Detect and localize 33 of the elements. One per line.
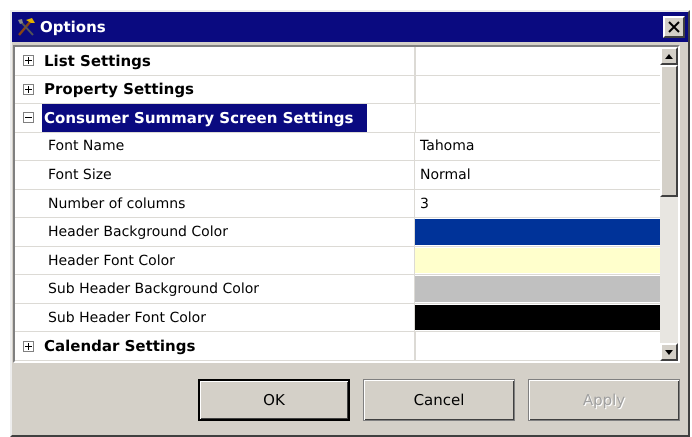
dialog-button[interactable]: OK bbox=[198, 379, 350, 421]
close-button[interactable] bbox=[663, 16, 685, 38]
property-value[interactable]: Tahoma bbox=[415, 132, 660, 160]
property-name[interactable]: Font Size bbox=[42, 161, 415, 189]
color-swatch[interactable] bbox=[415, 304, 660, 330]
expander-button[interactable] bbox=[23, 340, 34, 352]
scrollbar[interactable] bbox=[660, 47, 678, 361]
category-label[interactable]: Property Settings bbox=[42, 76, 415, 104]
plus-icon bbox=[25, 342, 32, 350]
property-value[interactable]: Normal bbox=[415, 161, 660, 189]
dialog-button[interactable]: Cancel bbox=[363, 379, 515, 421]
scroll-down-button[interactable] bbox=[660, 343, 678, 361]
scroll-up-button[interactable] bbox=[660, 47, 678, 65]
color-swatch[interactable] bbox=[415, 248, 660, 274]
expander-button[interactable] bbox=[23, 84, 34, 95]
up-arrow-icon bbox=[665, 54, 673, 58]
property-name[interactable]: Number of columns bbox=[42, 190, 415, 218]
down-arrow-icon bbox=[665, 350, 673, 354]
color-swatch[interactable] bbox=[415, 276, 660, 302]
window-title: Options bbox=[40, 18, 107, 36]
tools-icon bbox=[16, 17, 36, 37]
plus-icon bbox=[25, 86, 32, 93]
plus-icon bbox=[25, 57, 32, 64]
expander-button[interactable] bbox=[23, 55, 34, 66]
expander-button[interactable] bbox=[23, 112, 34, 124]
close-icon bbox=[668, 21, 680, 33]
property-value[interactable]: 3 bbox=[415, 190, 660, 218]
color-swatch[interactable] bbox=[415, 219, 660, 245]
scroll-thumb[interactable] bbox=[660, 65, 678, 197]
category-label[interactable]: List Settings bbox=[42, 47, 415, 75]
category-label[interactable]: Consumer Summary Screen Settings bbox=[42, 104, 368, 132]
category-label[interactable]: Calendar Settings bbox=[42, 332, 415, 360]
property-name[interactable]: Font Name bbox=[42, 132, 415, 160]
